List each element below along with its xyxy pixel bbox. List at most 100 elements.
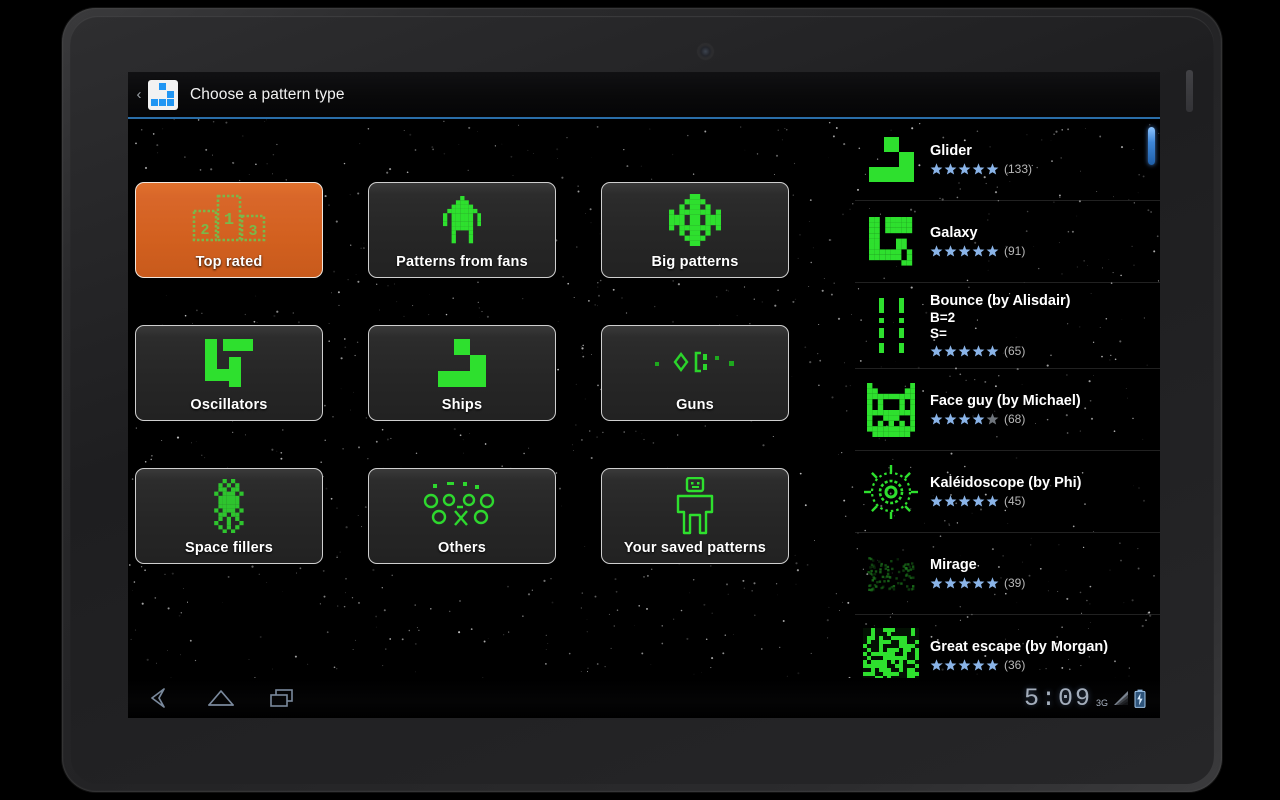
star-filled-icon [958,344,971,357]
tile-label: Oscillators [190,397,268,413]
list-item[interactable]: Kaléidoscope (by Phi) (45) [855,451,1160,533]
list-item-title: Mirage [930,557,977,573]
svg-text:3: 3 [248,223,257,240]
home-button[interactable] [190,678,252,718]
tile-label: Patterns from fans [396,254,528,270]
star-filled-icon [986,344,999,357]
list-item-title: Galaxy [930,225,978,241]
rating: (45) [930,494,1160,508]
tile-label: Space fillers [184,540,274,556]
star-filled-icon [972,244,985,257]
oscillator-icon [205,339,253,387]
star-filled-icon [930,494,943,507]
star-filled-icon [958,576,971,589]
scrollbar-thumb[interactable] [1148,127,1155,165]
network-type-label: 3G [1095,697,1108,708]
glider-ship-icon [369,332,555,394]
list-item-text: Mirage (39) [930,557,1160,590]
tile-big-patterns[interactable]: Big patterns [601,182,789,278]
tile-label: Your saved patterns [623,540,767,556]
tile-oscillators[interactable]: Oscillators [135,325,323,421]
system-navigation-bar: 5:09 3G [128,678,1160,718]
rating: (68) [930,412,1160,426]
tile-others[interactable]: Others [368,468,556,564]
star-filled-icon [972,162,985,175]
tile-patterns-from-fans[interactable]: Patterns from fans [368,182,556,278]
greatescape-thumb [862,627,920,685]
star-filled-icon [958,658,971,671]
tile-space-fillers[interactable]: Space fillers [135,468,323,564]
star-filled-icon [930,658,943,671]
list-item[interactable]: Face guy (by Michael) (68) [855,369,1160,451]
battery-charging-icon [1134,689,1146,708]
list-item-subtitle: B=2 [930,310,956,325]
gun-icon [655,351,734,373]
star-filled-icon [944,412,957,425]
pattern-list[interactable]: Glider (133) Galaxy (91) Bounce (by Alisdair… [855,119,1160,718]
tile-label: Big patterns [651,254,739,270]
action-bar: ‹ Choose a pattern type [128,72,1160,119]
list-item-text: Galaxy (91) [930,225,1160,258]
star-filled-icon [944,494,957,507]
list-item-title: Great escape (by Morgan) [930,639,1109,655]
glider-app-icon[interactable] [148,79,178,110]
others-icon [369,475,555,537]
podium-icon: 12 3 [136,189,322,251]
star-filled-icon [972,344,985,357]
mirage-thumb [867,556,915,591]
star-filled-icon [944,162,957,175]
rating-count: (36) [1004,658,1026,672]
list-item[interactable]: Mirage (39) [855,533,1160,615]
list-item-title: Kaléidoscope (by Phi) [930,475,1082,491]
list-scrollbar[interactable] [1148,119,1155,718]
list-item-text: Kaléidoscope (by Phi) (45) [930,475,1160,508]
gun-icon [602,332,788,394]
page-title: Choose a pattern type [190,85,345,103]
tile-top-rated[interactable]: 1 2 3 Top rated [135,182,323,278]
star-empty-icon [986,412,999,425]
rating: (65) [930,344,1160,358]
tile-label: Guns [676,397,714,413]
front-camera-icon [698,44,713,59]
android-robot-icon [442,196,482,244]
space-filler-icon [214,478,244,534]
status-cluster[interactable]: 5:09 3G [1024,684,1160,713]
list-item[interactable]: Bounce (by Alisdair) B=2 S= (65) [855,283,1160,369]
up-navigation-icon[interactable]: ‹ [131,87,147,102]
star-filled-icon [972,494,985,507]
tablet-screen: ‹ Choose a pattern type 1 2 3 Top rated Patt… [128,72,1160,718]
tile-ships[interactable]: Ships [368,325,556,421]
tile-your-saved-patterns[interactable]: Your saved patterns [601,468,789,564]
rating-count: (133) [1004,162,1033,176]
power-button[interactable] [1186,70,1193,112]
star-filled-icon [930,412,943,425]
bounce-thumb [862,297,920,355]
space-filler-icon [136,475,322,537]
svg-text:1: 1 [224,211,234,230]
bounce-thumb [878,298,904,353]
star-filled-icon [986,244,999,257]
list-item[interactable]: Glider (133) [855,119,1160,201]
tile-guns[interactable]: Guns [601,325,789,421]
list-item-text: Glider (133) [930,143,1160,176]
list-item[interactable]: Galaxy (91) [855,201,1160,283]
glider-thumb [862,131,920,189]
greatescape-thumb [863,627,919,684]
recents-button[interactable] [252,678,314,718]
star-filled-icon [930,244,943,257]
faceguy-thumb [866,382,916,437]
star-filled-icon [944,658,957,671]
android-robot-icon [369,189,555,251]
home-icon [208,690,234,706]
person-icon [676,477,714,535]
star-filled-icon [972,412,985,425]
tile-label: Others [438,540,486,556]
rating: (133) [930,162,1160,176]
rating: (36) [930,658,1160,672]
galaxy-thumb [862,213,920,271]
list-item-title: Glider [930,143,972,159]
kaleidoscope-thumb [862,463,920,521]
back-button[interactable] [128,678,190,718]
star-filled-icon [986,162,999,175]
rating-count: (65) [1004,344,1026,358]
